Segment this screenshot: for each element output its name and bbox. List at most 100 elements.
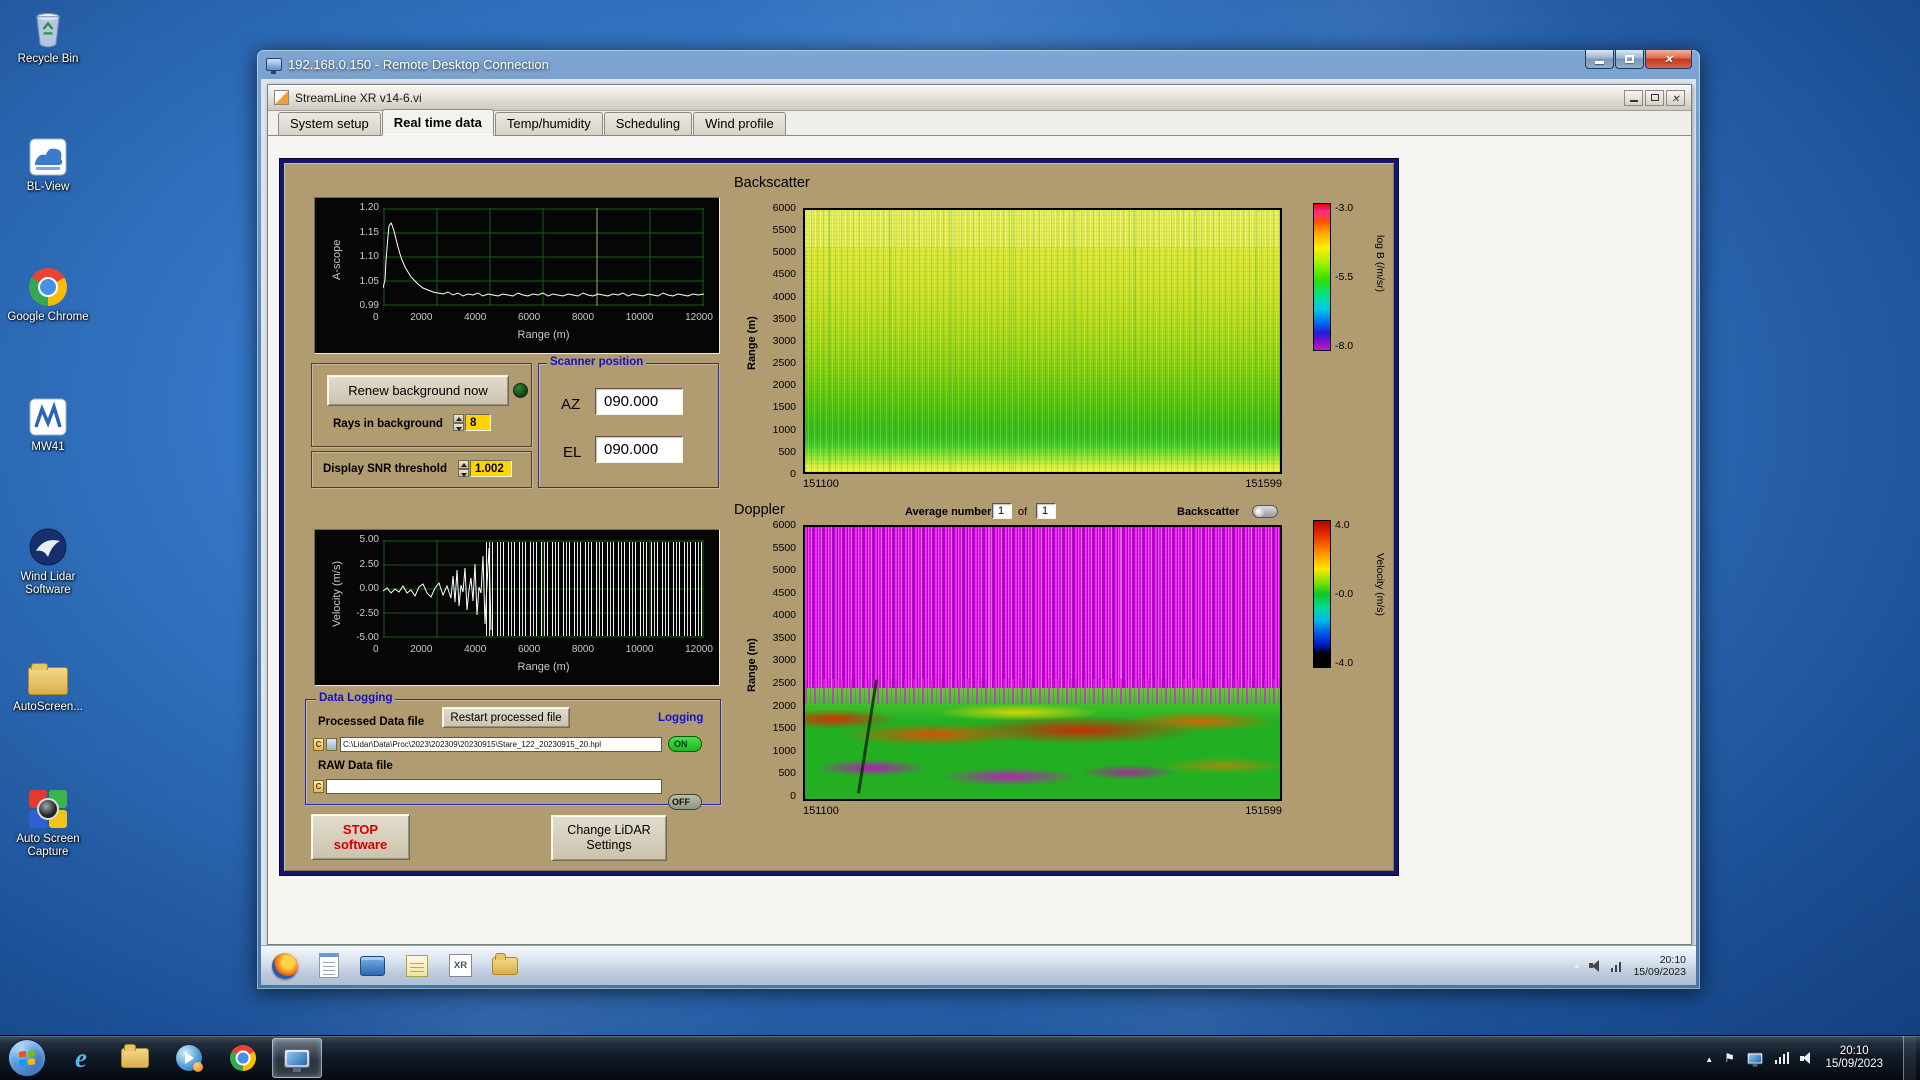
drive-icon[interactable]: C [313,780,324,793]
remote-clock[interactable]: 20:10 15/09/2023 [1633,954,1686,978]
start-button[interactable] [8,1039,46,1077]
desktop-icon-auto-screen-capture[interactable]: Auto Screen Capture [2,788,94,859]
colorbar-tick: -5.5 [1335,271,1354,283]
renew-background-button[interactable]: Renew background now [327,375,509,406]
x-tick: 2000 [410,312,433,323]
remote-system-window-icon[interactable] [359,952,386,979]
desktop-icon-label: Recycle Bin [17,53,79,65]
remote-clock-time: 20:10 [1659,953,1686,966]
backscatter-section-title: Backscatter [734,175,810,191]
rays-in-background-field[interactable]: 8 [465,414,491,431]
y-tick: 0 [790,789,796,802]
y-tick: 0.00 [359,583,379,594]
az-field[interactable]: 090.000 [595,388,683,415]
app-titlebar[interactable]: StreamLine XR v14-6.vi [268,85,1691,111]
raw-logging-toggle[interactable]: OFF [668,794,702,810]
average-total-field[interactable]: 1 [1036,503,1056,519]
el-field[interactable]: 090.000 [595,436,683,463]
volume-icon[interactable] [1800,1052,1814,1064]
backscatter-plot [803,208,1282,474]
drive-icon[interactable]: C [313,738,324,751]
app-minimize-button[interactable] [1624,89,1643,106]
remote-volume-icon[interactable] [1588,959,1603,972]
rays-spinner[interactable] [453,414,464,431]
processed-logging-toggle[interactable]: ON [668,736,702,752]
action-center-icon[interactable] [1724,1049,1735,1067]
desktop-icon-google-chrome[interactable]: Google Chrome [2,266,94,324]
rdp-titlebar[interactable]: 192.168.0.150 - Remote Desktop Connectio… [257,50,1700,79]
ascope-graph: A-scope 1.20 1.15 1.10 1.05 0.99 0 2000 … [314,197,720,354]
browse-icon[interactable] [326,738,337,751]
remote-notepad-icon[interactable] [315,952,342,979]
backscatter-display-toggle[interactable] [1252,505,1278,518]
tab-system-setup[interactable]: System setup [278,112,381,135]
network-icon[interactable] [1774,1052,1790,1064]
rdp-client-area: StreamLine XR v14-6.vi System setup Real… [261,79,1696,985]
x-tick: 8000 [571,644,595,655]
remote-xr-app-icon[interactable]: XR [447,952,474,979]
processed-path-field[interactable]: C:\Lidar\Data\Proc\2023\202309\20230915\… [340,737,662,752]
y-tick: 3500 [772,631,796,644]
velocity-x-axis-label: Range (m) [517,661,570,673]
app-restore-button[interactable] [1645,89,1664,106]
minimize-button[interactable] [1585,50,1614,69]
taskbar-rdp-icon[interactable] [272,1038,322,1078]
taskbar-explorer-icon[interactable] [110,1038,160,1078]
clock-date: 15/09/2023 [1825,1058,1883,1070]
app-window: StreamLine XR v14-6.vi System setup Real… [267,84,1692,945]
tab-real-time-data[interactable]: Real time data [381,109,494,136]
snr-threshold-field[interactable]: 1.002 [470,460,512,477]
tray-expand-icon[interactable] [1705,1049,1713,1067]
tab-scheduling[interactable]: Scheduling [603,112,693,135]
tray-display-icon[interactable] [1747,1052,1763,1067]
restart-processed-file-button[interactable]: Restart processed file [442,707,570,728]
remote-network-icon[interactable] [1610,960,1622,972]
remote-browser-icon[interactable] [271,952,298,979]
snr-threshold-group: Display SNR threshold 1.002 [311,451,532,488]
change-lidar-settings-button[interactable]: Change LiDAR Settings [551,815,667,861]
desktop-icon-recycle-bin[interactable]: Recycle Bin [2,8,94,66]
app-close-button[interactable] [1666,89,1685,106]
taskbar-chrome-icon[interactable] [218,1038,268,1078]
colorbar-tick: -3.0 [1335,202,1354,214]
close-button[interactable] [1645,50,1692,69]
y-tick: -2.50 [356,607,379,619]
desktop-icon-bl-view[interactable]: BL-View [2,136,94,194]
bl-view-icon [27,136,69,178]
recycle-bin-icon [27,8,69,50]
average-number-field[interactable]: 1 [992,503,1012,519]
stop-software-button[interactable]: STOP software [311,814,410,860]
y-tick: 2000 [772,379,796,392]
taskbar-media-player-icon[interactable] [164,1038,214,1078]
y-tick: 4000 [772,290,796,303]
snr-spinner[interactable] [458,460,469,477]
x-tick: 0 [373,312,379,323]
remote-tray-expand-icon[interactable] [1573,960,1581,971]
taskbar-clock[interactable]: 20:10 15/09/2023 [1825,1045,1883,1072]
x-tick: 4000 [464,312,487,323]
y-tick: 1000 [772,744,796,757]
doppler-y-ticks: 6000 5500 5000 4500 4000 3500 3000 2500 … [762,520,796,801]
x-tick: 151100 [803,805,839,817]
ascope-y-axis-label: A-scope [331,239,343,280]
y-tick: 3500 [772,312,796,325]
desktop-icon-wind-lidar[interactable]: Wind Lidar Software [2,526,94,597]
taskbar-ie-icon[interactable]: e [56,1038,106,1078]
y-tick: 4000 [772,609,796,622]
tab-strip: System setup Real time data Temp/humidit… [268,109,1691,136]
folder-icon [27,656,69,698]
remote-notes-icon[interactable] [403,952,430,979]
maximize-button[interactable] [1615,50,1644,69]
desktop-icon-label: Auto Screen Capture [16,833,80,858]
tab-wind-profile[interactable]: Wind profile [693,112,786,135]
raw-path-field[interactable] [326,779,662,794]
y-tick: 4500 [772,268,796,281]
show-desktop-button[interactable] [1903,1035,1916,1080]
remote-folder-icon[interactable] [491,952,518,979]
colorbar-tick: -0.0 [1335,588,1354,600]
colorbar-tick: -4.0 [1335,657,1354,669]
desktop-icon-mw41[interactable]: MW41 [2,396,94,454]
desktop-icon-autoscreen-folder[interactable]: AutoScreen... [2,656,94,714]
x-tick: 151100 [803,478,839,490]
tab-temp-humidity[interactable]: Temp/humidity [494,112,603,135]
